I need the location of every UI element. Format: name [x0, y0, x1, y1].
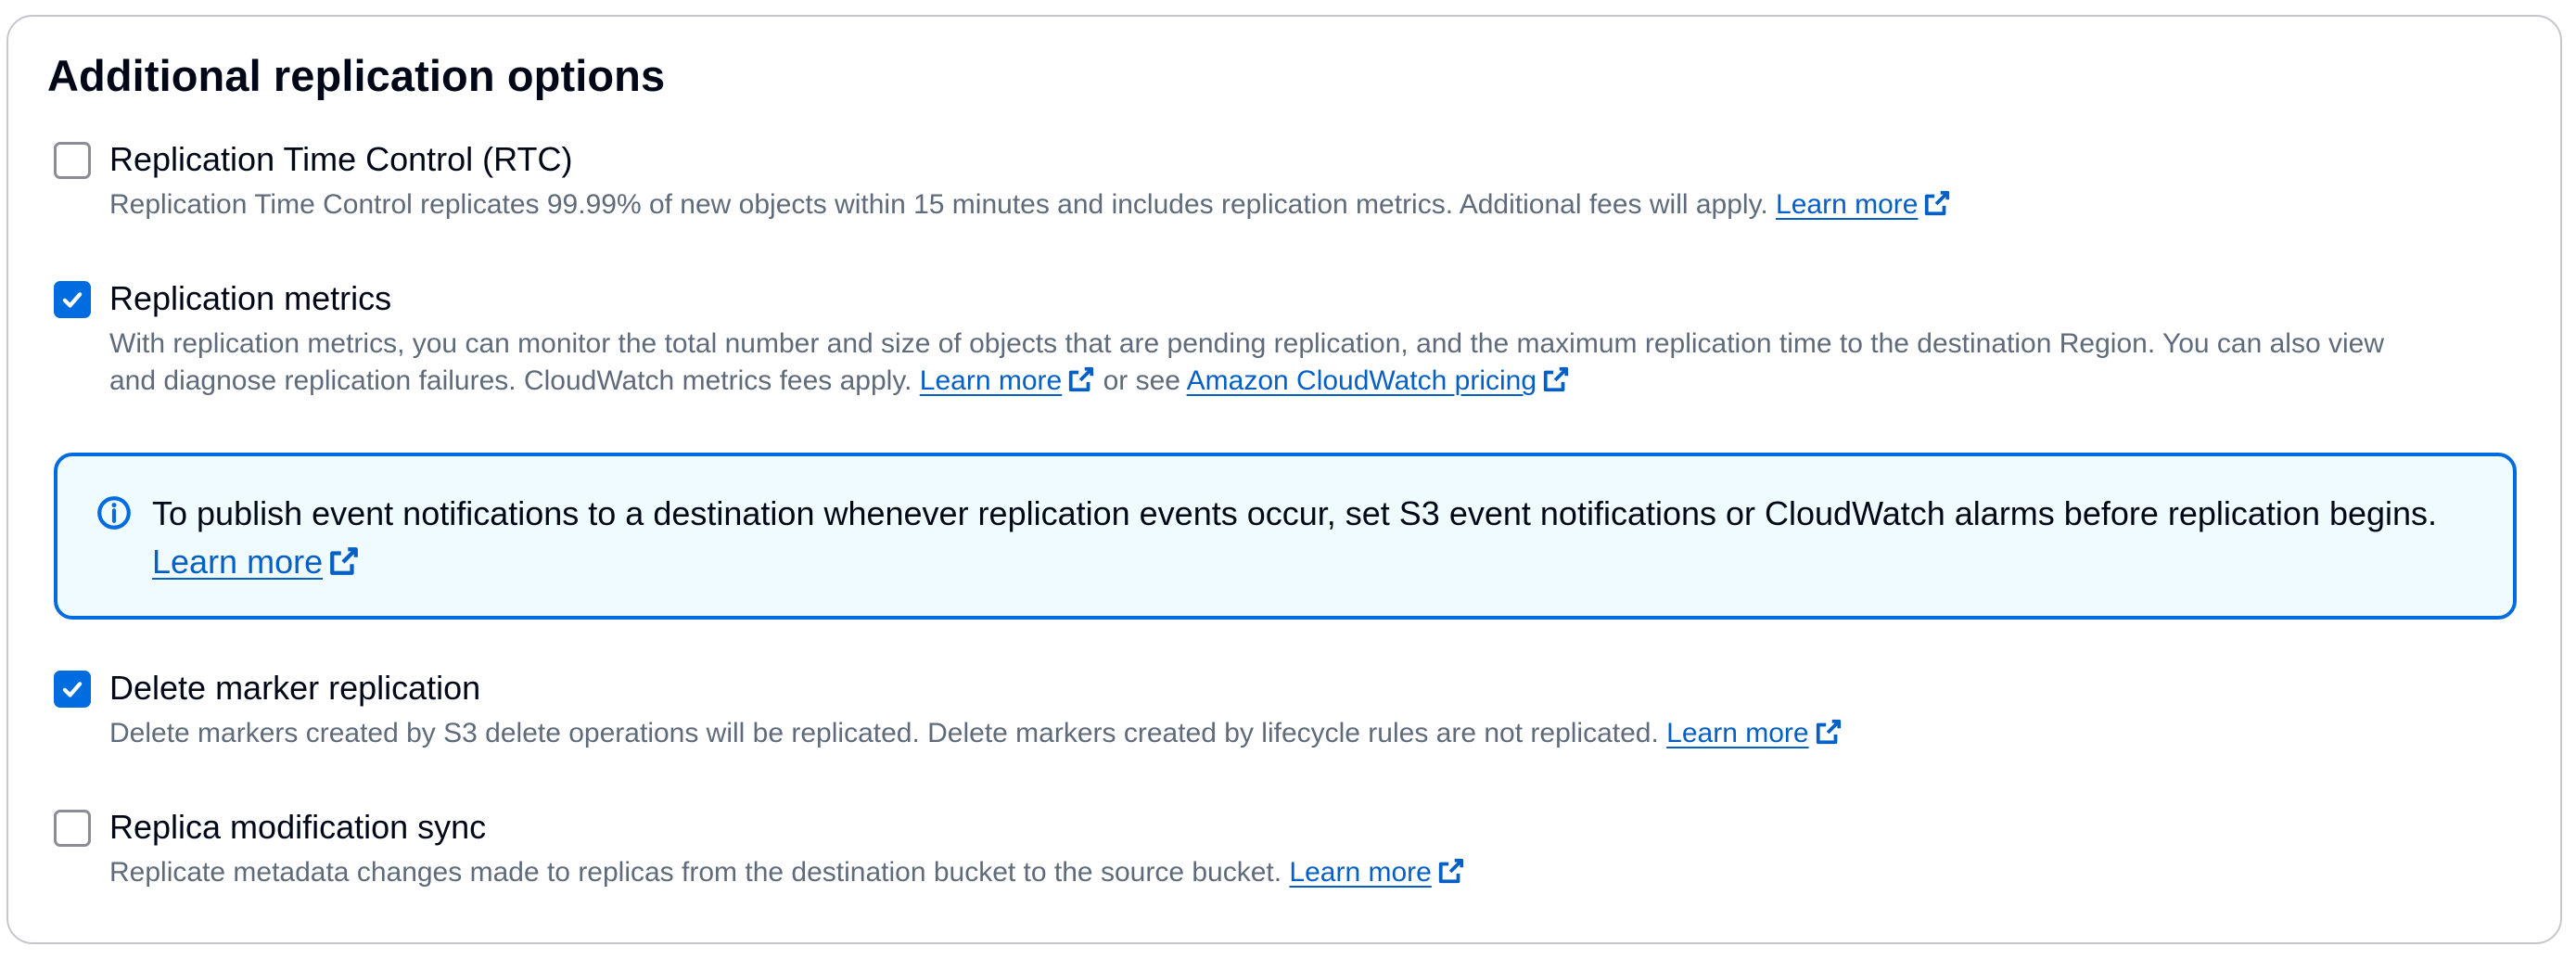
checkmark-icon	[62, 682, 83, 697]
cloudwatch-pricing-text: Amazon CloudWatch pricing	[1186, 365, 1537, 396]
replication-metrics-description-line1: With replication metrics, you can monito…	[109, 328, 2384, 359]
info-learn-more-text: Learn more	[152, 543, 324, 581]
rtc-learn-more-link[interactable]: Learn more	[1776, 189, 1951, 220]
external-link-icon	[1069, 366, 1094, 392]
delete-marker-replication-description-text: Delete markers created by S3 delete oper…	[109, 718, 1659, 748]
replication-metrics-description-line2: and diagnose replication failures. Cloud…	[109, 363, 2384, 400]
external-link-icon	[1438, 858, 1463, 884]
rtc-description: Replication Time Control replicates 99.9…	[109, 186, 1951, 224]
external-link-icon	[1543, 366, 1569, 392]
replication-metrics-learn-more-text: Learn more	[919, 365, 1063, 396]
rtc-checkbox[interactable]	[54, 142, 91, 179]
replica-modification-sync-checkbox[interactable]	[54, 810, 91, 847]
replica-sync-learn-more-link[interactable]: Learn more	[1289, 857, 1464, 888]
replication-metrics-label[interactable]: Replication metrics	[109, 279, 391, 318]
or-see-text: or see	[1103, 365, 1180, 396]
rtc-description-text: Replication Time Control replicates 99.9…	[109, 189, 1768, 220]
replication-metrics-checkbox[interactable]	[54, 281, 91, 318]
external-link-icon	[1816, 719, 1841, 745]
replica-modification-sync-description-text: Replicate metadata changes made to repli…	[109, 857, 1282, 888]
info-alert-content: To publish event notifications to a dest…	[152, 490, 2437, 586]
delete-marker-learn-more-link[interactable]: Learn more	[1666, 718, 1842, 748]
replica-sync-learn-more-text: Learn more	[1289, 857, 1432, 888]
delete-marker-replication-description: Delete markers created by S3 delete oper…	[109, 715, 1843, 752]
info-alert: To publish event notifications to a dest…	[54, 453, 2517, 620]
replication-metrics-description: With replication metrics, you can monito…	[109, 326, 2384, 400]
external-link-icon	[330, 547, 358, 575]
replication-metrics-learn-more-link[interactable]: Learn more	[920, 365, 1095, 396]
replica-modification-sync-label[interactable]: Replica modification sync	[109, 808, 486, 847]
info-alert-text: To publish event notifications to a dest…	[152, 494, 2438, 532]
delete-marker-learn-more-text: Learn more	[1666, 718, 1809, 748]
section-title: Additional replication options	[47, 51, 666, 100]
delete-marker-replication-label[interactable]: Delete marker replication	[109, 669, 480, 708]
rtc-learn-more-text: Learn more	[1776, 189, 1919, 220]
info-learn-more-link[interactable]: Learn more	[152, 543, 360, 581]
delete-marker-replication-checkbox[interactable]	[54, 671, 91, 708]
info-circle-icon	[97, 496, 131, 530]
external-link-icon	[1925, 190, 1950, 216]
rtc-label[interactable]: Replication Time Control (RTC)	[109, 140, 572, 179]
replication-metrics-description-line2-text: and diagnose replication failures. Cloud…	[109, 365, 912, 396]
replica-modification-sync-description: Replicate metadata changes made to repli…	[109, 854, 1465, 891]
checkmark-icon	[62, 292, 83, 308]
cloudwatch-pricing-link[interactable]: Amazon CloudWatch pricing	[1187, 365, 1570, 396]
